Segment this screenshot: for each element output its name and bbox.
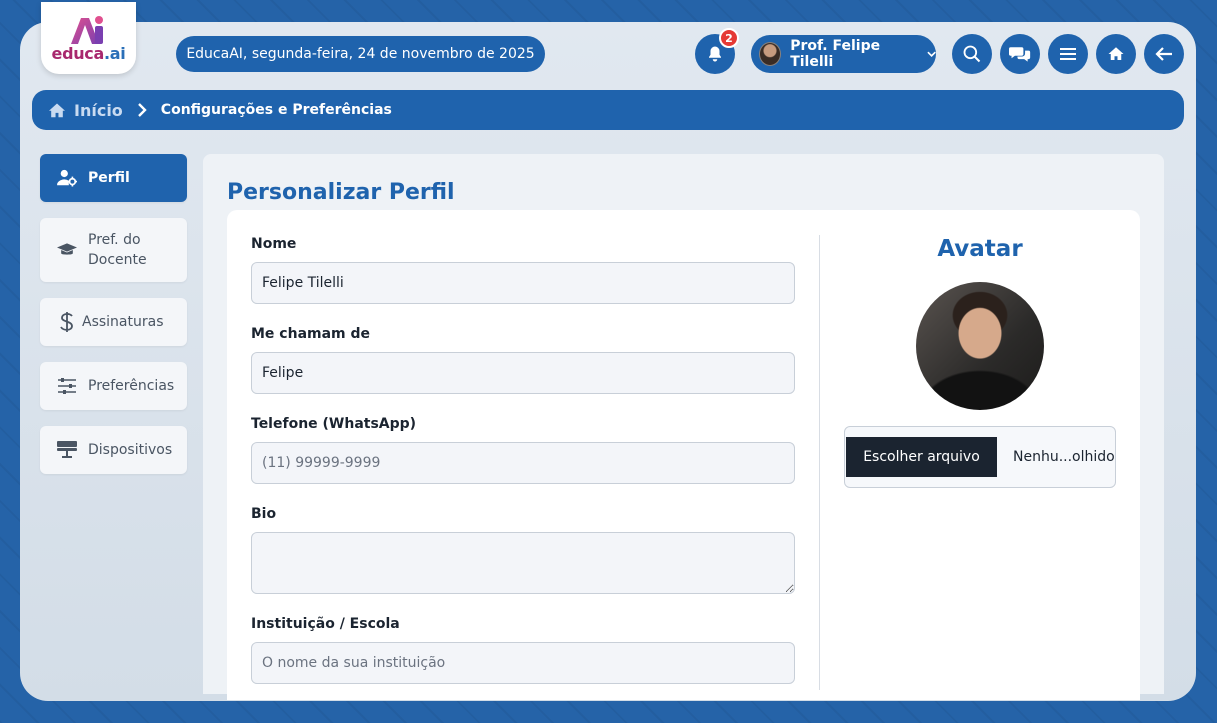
sliders-icon <box>56 378 78 394</box>
home-button[interactable] <box>1096 34 1136 74</box>
hamburger-icon <box>1060 48 1076 60</box>
chevron-right-icon <box>137 103 147 117</box>
file-name-text: Nenhu...olhido <box>1013 449 1115 465</box>
sidebar-item-pref-docente[interactable]: Pref. do Docente <box>40 218 187 282</box>
back-button[interactable] <box>1144 34 1184 74</box>
user-menu-button[interactable]: Prof. Felipe Tilelli <box>751 35 936 73</box>
menu-button[interactable] <box>1048 34 1088 74</box>
page-title: Personalizar Perfil <box>227 180 455 205</box>
sidebar-item-assinaturas[interactable]: Assinaturas <box>40 298 187 346</box>
apelido-input[interactable] <box>251 352 795 394</box>
date-banner: EducaAI, segunda-feira, 24 de novembro d… <box>176 36 545 72</box>
logo-mark-icon <box>67 14 111 46</box>
avatar <box>759 42 782 66</box>
dollar-icon <box>56 311 78 333</box>
sidebar-item-dispositivos[interactable]: Dispositivos <box>40 426 187 474</box>
notifications-button[interactable]: 2 <box>695 28 739 74</box>
chat-icon <box>1009 47 1031 62</box>
user-gear-icon <box>56 169 78 187</box>
choose-file-button[interactable]: Escolher arquivo <box>846 437 997 477</box>
arrow-left-icon <box>1155 47 1172 61</box>
sidebar-item-label: Preferências <box>88 378 175 394</box>
bell-icon <box>709 46 721 62</box>
brand-logo[interactable]: educa.ai <box>41 2 136 74</box>
brand-name: educa.ai <box>51 43 126 63</box>
chevron-down-icon <box>927 51 936 58</box>
file-upload: Escolher arquivo Nenhu...olhido <box>844 426 1116 488</box>
user-name: Prof. Felipe Tilelli <box>790 38 881 70</box>
search-button[interactable] <box>952 34 992 74</box>
chat-button[interactable] <box>1000 34 1040 74</box>
telefone-input[interactable] <box>251 442 795 484</box>
bio-textarea[interactable] <box>251 532 795 594</box>
home-icon <box>49 103 65 118</box>
graduation-cap-icon <box>56 243 78 257</box>
avatar-title: Avatar <box>937 236 1023 262</box>
sidebar-item-label: Assinaturas <box>82 314 164 330</box>
sidebar-item-label: Pref. do Docente <box>88 232 147 268</box>
sidebar-item-label: Dispositivos <box>88 442 173 458</box>
instituicao-input[interactable] <box>251 642 795 684</box>
breadcrumb-current: Configurações e Preferências <box>160 102 392 118</box>
notification-badge: 2 <box>719 28 739 48</box>
bio-label: Bio <box>251 506 277 522</box>
instituicao-label: Instituição / Escola <box>251 616 400 632</box>
monitor-icon <box>56 441 78 459</box>
column-divider <box>819 235 820 690</box>
breadcrumb-home-link[interactable]: Início <box>74 101 123 120</box>
sidebar-item-label: Perfil <box>88 170 130 186</box>
telefone-label: Telefone (WhatsApp) <box>251 416 417 432</box>
sidebar-item-perfil[interactable]: Perfil <box>40 154 187 202</box>
apelido-label: Me chamam de <box>251 326 371 342</box>
sidebar-item-preferencias[interactable]: Preferências <box>40 362 187 410</box>
avatar-photo <box>916 282 1044 410</box>
breadcrumb: Início Configurações e Preferências <box>32 90 1184 130</box>
nome-input[interactable] <box>251 262 795 304</box>
home-icon <box>1108 47 1124 60</box>
search-icon <box>963 45 981 63</box>
nome-label: Nome <box>251 236 297 252</box>
